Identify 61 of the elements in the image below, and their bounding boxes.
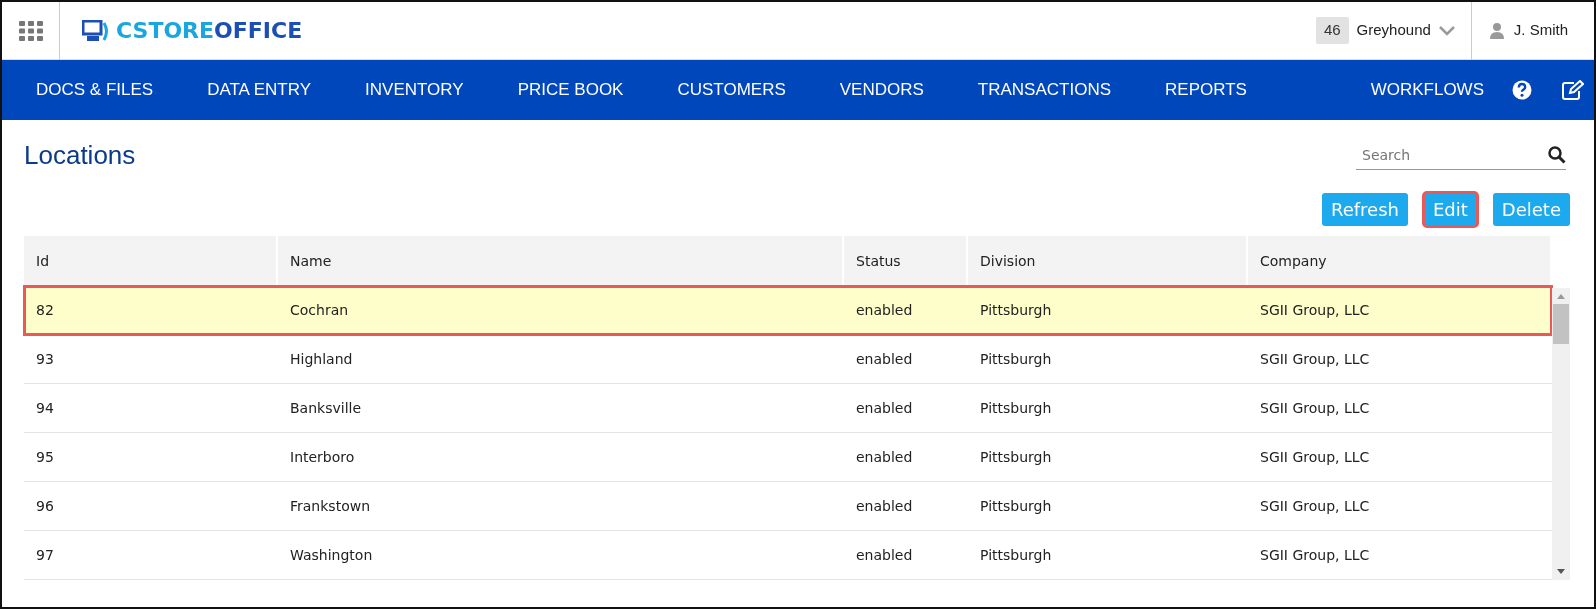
user-name[interactable]: J. Smith bbox=[1513, 19, 1568, 42]
table-row[interactable]: 97 Washington enabled Pittsburgh SGII Group, LLC bbox=[24, 531, 1552, 581]
table-cell-text: enabled bbox=[855, 496, 914, 516]
logo-text: CSTOREOFFICE bbox=[116, 17, 303, 45]
table-row[interactable]: 94 Banksville enabled Pittsburgh SGII Group, LLC bbox=[24, 384, 1552, 434]
nav-link[interactable]: REPORTS bbox=[1155, 77, 1257, 103]
table-cell-text: Pittsburgh bbox=[979, 398, 1053, 418]
nav-link[interactable]: TRANSACTIONS bbox=[967, 77, 1122, 103]
table-cell-text: Pittsburgh bbox=[979, 496, 1053, 516]
table-cell-text: 82 bbox=[35, 300, 55, 320]
nav-link[interactable]: INVENTORY bbox=[355, 77, 474, 103]
table-cell-text: Frankstown bbox=[289, 496, 372, 516]
table-cell-text: Highland bbox=[289, 349, 354, 369]
table-cell-text: 96 bbox=[35, 496, 55, 516]
user-icon bbox=[1489, 22, 1504, 39]
table-row[interactable]: 96 Frankstown enabled Pittsburgh SGII Group, LLC bbox=[24, 482, 1552, 532]
table-row[interactable]: 82 Cochran enabled Pittsburgh SGII Group, LLC bbox=[24, 286, 1552, 336]
search-icon[interactable] bbox=[1548, 146, 1566, 165]
nav-link[interactable]: PRICE BOOK bbox=[507, 77, 634, 103]
table-cell-text: SGII Group, LLC bbox=[1259, 300, 1371, 320]
nav-link[interactable]: VENDORS bbox=[829, 77, 934, 103]
table-cell-text: enabled bbox=[855, 447, 914, 467]
table-cell-text: enabled bbox=[855, 349, 914, 369]
search-field[interactable]: Search bbox=[1356, 143, 1548, 167]
store-number: 46 bbox=[1315, 17, 1349, 44]
table-cell-text: enabled bbox=[855, 545, 914, 565]
scroll-up-icon[interactable] bbox=[1556, 292, 1566, 301]
page-title: Locations bbox=[24, 140, 136, 172]
nav-link[interactable]: CUSTOMERS bbox=[667, 77, 796, 103]
table-cell-text: Cochran bbox=[289, 300, 350, 320]
scrollbar[interactable] bbox=[1552, 288, 1570, 581]
help-icon[interactable] bbox=[1512, 80, 1532, 100]
table-cell-text: enabled bbox=[855, 398, 914, 418]
computer-icon bbox=[82, 19, 110, 42]
nav-link[interactable]: WORKFLOWS bbox=[1360, 77, 1494, 103]
scrollbar-thumb[interactable] bbox=[1553, 304, 1569, 345]
store-name[interactable]: Greyhound bbox=[1356, 19, 1431, 42]
nav-link[interactable]: DOCS & FILES bbox=[26, 77, 164, 103]
table-cell-text: SGII Group, LLC bbox=[1259, 447, 1371, 467]
table-cell-text: Pittsburgh bbox=[979, 545, 1053, 565]
table-cell-text: Pittsburgh bbox=[979, 447, 1053, 467]
table-cell-text: SGII Group, LLC bbox=[1259, 349, 1371, 369]
table-cell-text: 97 bbox=[35, 545, 55, 565]
table-cell-text: Pittsburgh bbox=[979, 349, 1053, 369]
table-row[interactable]: 93 Highland enabled Pittsburgh SGII Group, LLC bbox=[24, 335, 1552, 385]
table-cell-text: Interboro bbox=[289, 447, 356, 467]
table-cell-text: SGII Group, LLC bbox=[1259, 496, 1371, 516]
table-cell-text: enabled bbox=[855, 300, 914, 320]
chevron-down-icon[interactable] bbox=[1438, 25, 1455, 36]
edit-note-icon[interactable] bbox=[1562, 80, 1584, 100]
table-row[interactable]: 95 Interboro enabled Pittsburgh SGII Group, LLC bbox=[24, 433, 1552, 483]
nav-link[interactable]: DATA ENTRY bbox=[197, 77, 322, 103]
table-cell-text: 95 bbox=[35, 447, 55, 467]
table-cell-text: Banksville bbox=[289, 398, 363, 418]
table-cell-text: 94 bbox=[35, 398, 55, 418]
table-cell-text: SGII Group, LLC bbox=[1259, 545, 1371, 565]
table-cell-text: Pittsburgh bbox=[979, 300, 1053, 320]
app-grid-icon[interactable] bbox=[18, 20, 43, 41]
table-cell-text: Washington bbox=[289, 545, 374, 565]
table-cell-text: SGII Group, LLC bbox=[1259, 398, 1371, 418]
table-cell-text: 93 bbox=[35, 349, 55, 369]
